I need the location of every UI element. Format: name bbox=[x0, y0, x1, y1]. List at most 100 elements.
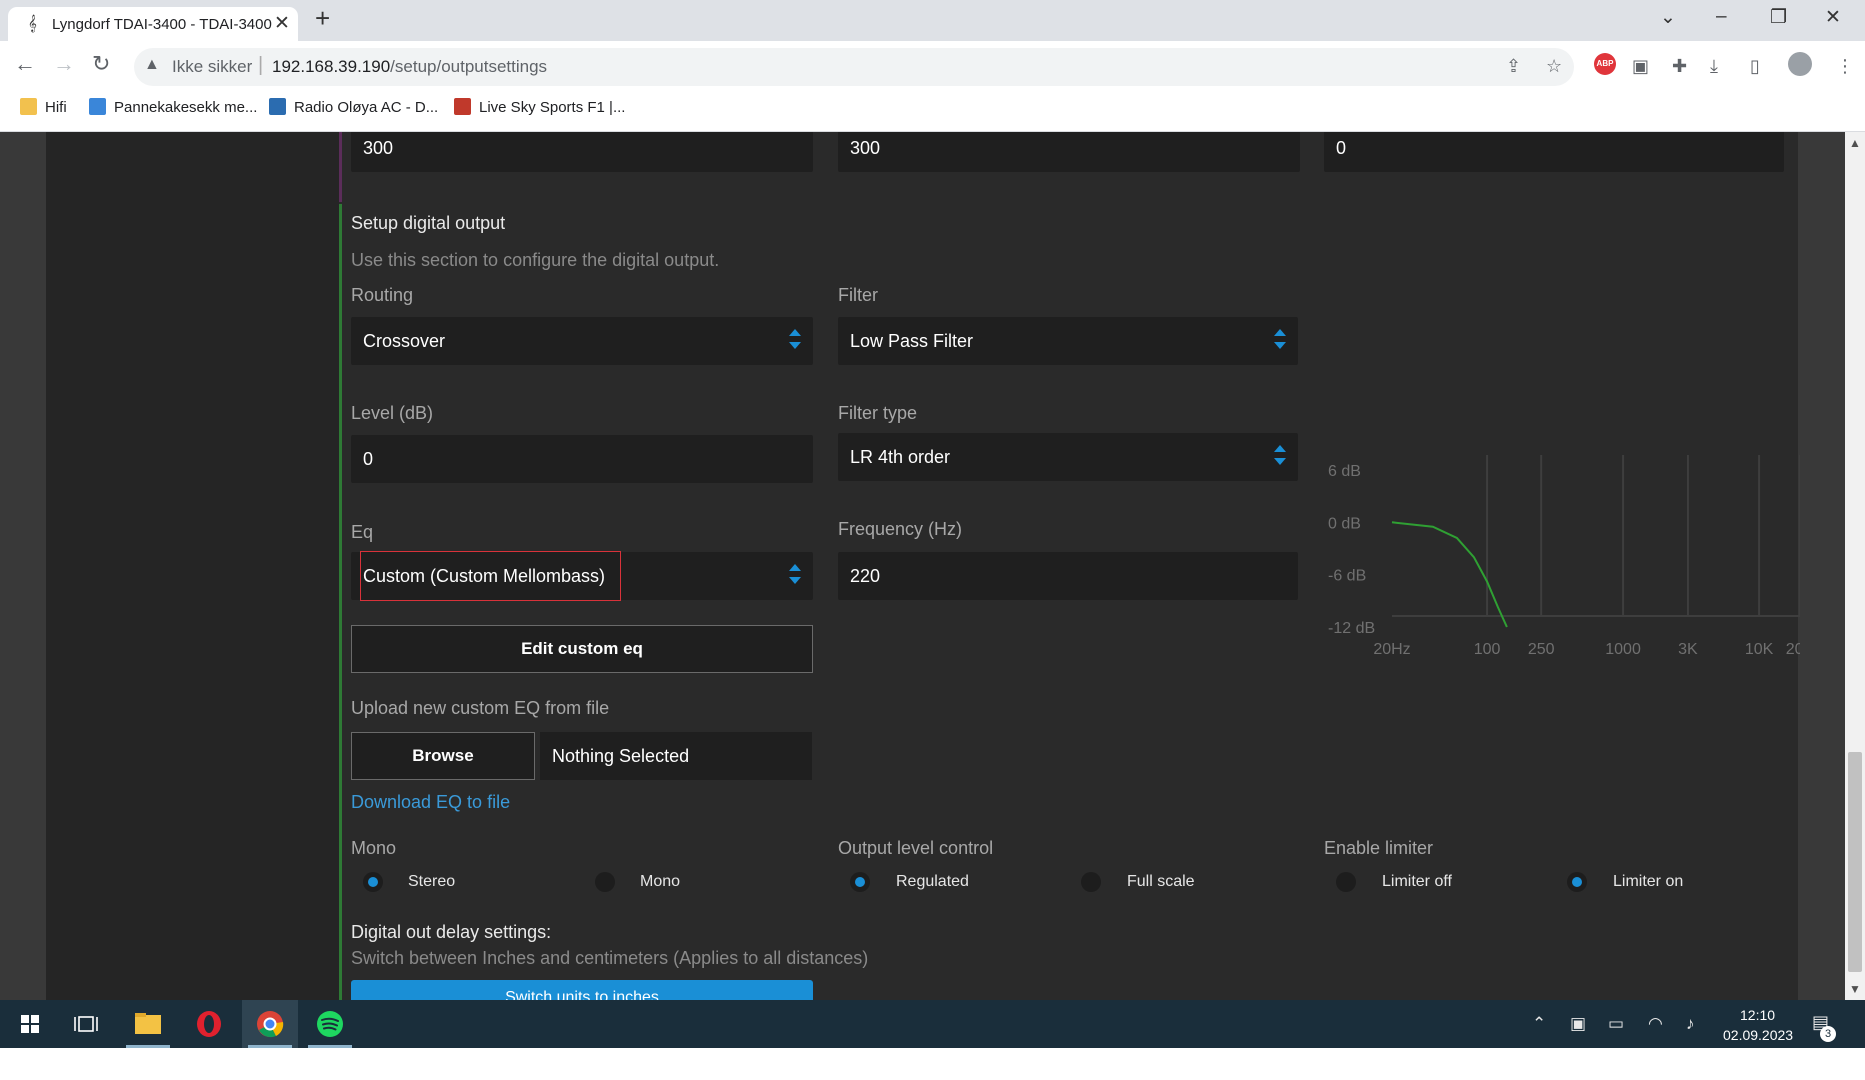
chrome-icon bbox=[257, 1011, 284, 1038]
chart-series-group bbox=[1391, 521, 1508, 628]
bookmark-pannekakesekk[interactable]: Pannekakesekk me... bbox=[89, 98, 257, 116]
download-eq-link[interactable]: Download EQ to file bbox=[351, 792, 510, 813]
side-panel-icon[interactable]: ▯ bbox=[1750, 56, 1760, 77]
limiter-on-label[interactable]: Limiter on bbox=[1613, 873, 1683, 891]
profile-avatar[interactable] bbox=[1788, 52, 1812, 76]
limiter-off-radio[interactable] bbox=[1336, 872, 1356, 892]
bookmark-radio-oloya[interactable]: Radio Oløya AC - D... bbox=[269, 98, 438, 116]
chrome-button[interactable] bbox=[242, 1000, 298, 1048]
opera-button[interactable] bbox=[181, 1000, 237, 1048]
meet-now-icon[interactable]: ▣ bbox=[1570, 1014, 1586, 1034]
security-label[interactable]: Ikke sikker bbox=[172, 57, 252, 77]
limiter-on-radio[interactable] bbox=[1567, 872, 1587, 892]
url-host: 192.168.39.190 bbox=[272, 57, 391, 76]
edit-custom-eq-button[interactable]: Edit custom eq bbox=[351, 625, 813, 673]
routing-label: Routing bbox=[351, 285, 414, 305]
bookmark-sky-sports[interactable]: Live Sky Sports F1 |... bbox=[454, 98, 625, 116]
bookmark-hifi[interactable]: Hifi bbox=[20, 98, 67, 116]
bookmark-star-icon[interactable]: ☆ bbox=[1546, 56, 1562, 77]
level-input[interactable]: 0 bbox=[351, 435, 813, 483]
adblock-icon[interactable]: ABP bbox=[1594, 53, 1616, 75]
maximize-icon[interactable]: ❐ bbox=[1770, 6, 1787, 29]
back-icon[interactable]: ← bbox=[14, 51, 36, 77]
routing-select[interactable]: Crossover bbox=[351, 317, 813, 365]
select-arrows-icon bbox=[789, 562, 801, 588]
previous-field-3[interactable]: 0 bbox=[1324, 132, 1784, 172]
show-hidden-icons-icon[interactable]: ⌃ bbox=[1532, 1014, 1546, 1034]
tab-active[interactable]: 𝄞 Lyngdorf TDAI-3400 - TDAI-3400 ✕ bbox=[8, 7, 298, 41]
browser-toolbar: ← → ↻ ▲ Ikke sikker | 192.168.39.190/set… bbox=[0, 41, 1865, 92]
filter-type-select[interactable]: LR 4th order bbox=[838, 433, 1298, 481]
url-text[interactable]: 192.168.39.190/setup/outputsettings bbox=[272, 57, 547, 77]
tab-close-icon[interactable]: ✕ bbox=[274, 12, 290, 35]
mono-label: Mono bbox=[351, 838, 397, 858]
bookmark-label: Live Sky Sports F1 |... bbox=[479, 99, 626, 116]
delay-settings-description: Switch between Inches and centimeters (A… bbox=[351, 948, 869, 968]
mono-radio[interactable] bbox=[595, 872, 615, 892]
scroll-down-arrow-icon[interactable]: ▼ bbox=[1849, 982, 1861, 996]
page-viewport: 300 300 0 Setup digital output Use this … bbox=[0, 132, 1865, 1000]
spotify-icon bbox=[317, 1011, 343, 1037]
battery-icon[interactable]: ▭ bbox=[1608, 1014, 1624, 1034]
full-scale-radio[interactable] bbox=[1081, 872, 1101, 892]
notification-count-badge: 3 bbox=[1820, 1026, 1836, 1042]
folder-icon bbox=[20, 98, 37, 115]
filter-select[interactable]: Low Pass Filter bbox=[838, 317, 1298, 365]
chart-y-axis: 6 dB 0 dB -6 dB -12 dB bbox=[1328, 463, 1375, 637]
x-tick-label: 100 bbox=[1474, 641, 1501, 658]
tab-strip: 𝄞 Lyngdorf TDAI-3400 - TDAI-3400 ✕ + ⌄ –… bbox=[0, 0, 1865, 41]
clock-time[interactable]: 12:10 bbox=[1740, 1007, 1775, 1023]
full-scale-label[interactable]: Full scale bbox=[1127, 873, 1195, 891]
wifi-icon[interactable]: ◠ bbox=[1648, 1014, 1663, 1034]
section-description: Use this section to configure the digita… bbox=[351, 250, 720, 270]
share-icon[interactable]: ⇪ bbox=[1506, 56, 1521, 77]
browse-button[interactable]: Browse bbox=[351, 732, 535, 780]
bookmark-label: Pannekakesekk me... bbox=[114, 99, 258, 116]
reload-icon[interactable]: ↻ bbox=[92, 51, 110, 77]
mono-option-label[interactable]: Mono bbox=[640, 873, 680, 891]
routing-value: Crossover bbox=[363, 331, 446, 351]
stereo-radio[interactable] bbox=[363, 872, 383, 892]
limiter-off-label[interactable]: Limiter off bbox=[1382, 873, 1452, 891]
forward-icon[interactable]: → bbox=[53, 51, 75, 77]
extensions-icon[interactable]: ✚ bbox=[1672, 56, 1687, 77]
bookmark-label: Hifi bbox=[45, 99, 67, 116]
start-button[interactable] bbox=[2, 1000, 58, 1048]
menu-icon[interactable]: ⋮ bbox=[1836, 56, 1854, 77]
regulated-label[interactable]: Regulated bbox=[896, 873, 969, 891]
windows-taskbar: ⌃ ▣ ▭ ◠ ♪ 12:10 02.09.2023 ▤ 3 bbox=[0, 1000, 1865, 1048]
selected-file-name: Nothing Selected bbox=[540, 732, 812, 780]
file-explorer-button[interactable] bbox=[120, 1000, 176, 1048]
url-path: /setup/outputsettings bbox=[390, 57, 548, 76]
switch-units-button[interactable]: Switch units to inches bbox=[351, 980, 813, 1000]
y-tick-label: 6 dB bbox=[1328, 463, 1361, 480]
close-window-icon[interactable]: ✕ bbox=[1825, 6, 1841, 29]
scrollbar-thumb[interactable] bbox=[1848, 752, 1862, 972]
regulated-radio[interactable] bbox=[850, 872, 870, 892]
chart-series-line bbox=[1391, 521, 1508, 628]
minimize-icon[interactable]: – bbox=[1716, 6, 1727, 28]
clock-date[interactable]: 02.09.2023 bbox=[1723, 1027, 1793, 1043]
select-arrows-icon bbox=[789, 327, 801, 353]
new-tab-button[interactable]: + bbox=[315, 5, 330, 31]
x-tick-label: 20Hz bbox=[1373, 641, 1410, 658]
tab-search-chevron-icon[interactable]: ⌄ bbox=[1660, 6, 1676, 29]
warning-icon[interactable]: ▲ bbox=[144, 56, 160, 74]
filter-type-value: LR 4th order bbox=[850, 447, 951, 467]
stereo-label[interactable]: Stereo bbox=[408, 873, 455, 891]
section-accent bbox=[339, 204, 342, 1000]
spotify-button[interactable] bbox=[302, 1000, 358, 1048]
filter-value: Low Pass Filter bbox=[850, 331, 974, 351]
scroll-up-arrow-icon[interactable]: ▲ bbox=[1849, 136, 1861, 150]
delay-settings-title: Digital out delay settings: bbox=[351, 922, 552, 942]
previous-field-1[interactable]: 300 bbox=[351, 132, 813, 172]
frequency-input[interactable]: 220 bbox=[838, 552, 1298, 600]
cast-icon[interactable]: ▣ bbox=[1632, 56, 1649, 77]
bookmark-label: Radio Oløya AC - D... bbox=[294, 99, 439, 116]
task-view-button[interactable] bbox=[58, 1000, 114, 1048]
file-explorer-icon bbox=[135, 1013, 161, 1034]
bookmarks-bar: Hifi Pannekakesekk me... Radio Oløya AC … bbox=[0, 92, 1865, 132]
volume-icon[interactable]: ♪ bbox=[1686, 1014, 1695, 1034]
download-icon[interactable]: ⤓ bbox=[1710, 56, 1718, 77]
previous-field-2[interactable]: 300 bbox=[838, 132, 1300, 172]
